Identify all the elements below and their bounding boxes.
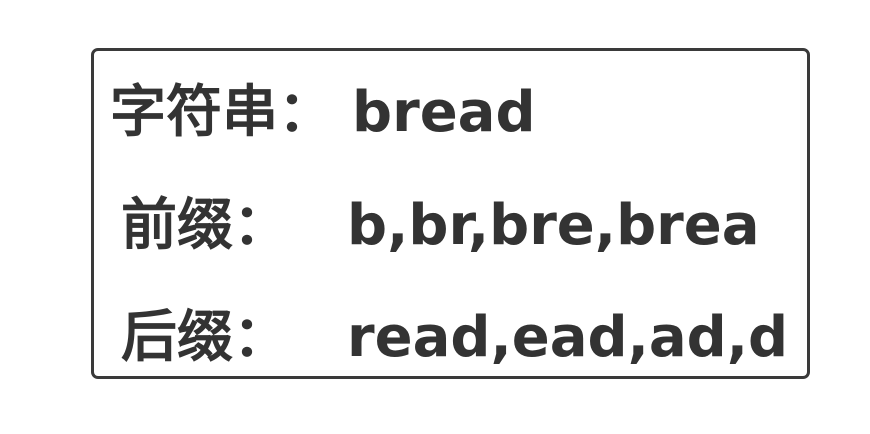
prefix-value: b,br,bre,brea: [347, 193, 760, 258]
string-value: bread: [352, 80, 536, 145]
prefix-row: 前缀： b,br,bre,brea: [94, 186, 807, 266]
prefix-label: 前缀：: [121, 193, 289, 258]
suffix-value: read,ead,ad,d: [347, 305, 789, 370]
suffix-label: 后缀：: [121, 305, 289, 370]
suffix-row: 后缀： read,ead,ad,d: [94, 298, 807, 378]
string-label: 字符串：: [110, 80, 334, 145]
string-row: 字符串： bread: [94, 73, 807, 153]
definition-box: 字符串： bread 前缀： b,br,bre,brea 后缀： read,ea…: [91, 48, 810, 379]
